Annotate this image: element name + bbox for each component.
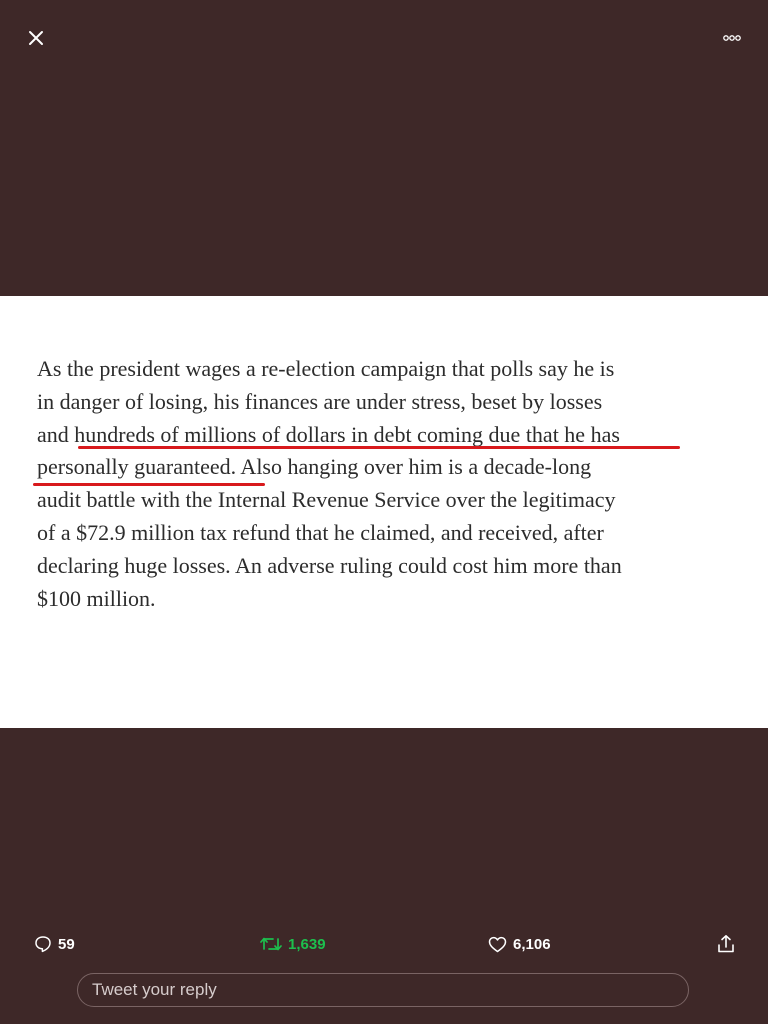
speech-bubble-icon	[35, 936, 51, 953]
like-count: 6,106	[513, 935, 551, 953]
reply-count: 59	[58, 935, 75, 953]
retweet-icon	[260, 937, 282, 951]
retweet-count: 1,639	[288, 935, 326, 953]
close-icon	[29, 31, 43, 45]
article-line: of a $72.9 million tax refund that he cl…	[37, 519, 604, 545]
article-line: $100 million.	[37, 585, 156, 611]
article-line: declaring huge losses. An adverse ruling…	[37, 552, 622, 578]
more-options-button[interactable]	[716, 26, 748, 50]
reply-input[interactable]	[90, 979, 688, 1001]
share-icon	[718, 935, 734, 953]
like-action[interactable]: 6,106	[488, 926, 551, 962]
tweet-actions: 59 1,639 6,106	[0, 926, 768, 962]
reply-box[interactable]	[77, 973, 689, 1007]
reply-action[interactable]: 59	[34, 926, 75, 962]
more-icon	[723, 35, 741, 41]
red-underline-1	[78, 446, 680, 449]
heart-icon	[488, 936, 507, 952]
article-line: As the president wages a re-election cam…	[37, 356, 615, 381]
share-action[interactable]	[716, 926, 736, 962]
red-underline-2	[33, 483, 265, 486]
close-button[interactable]	[22, 24, 50, 52]
article-line: in danger of losing, his finances are un…	[37, 388, 603, 414]
article-line: personally guaranteed. Also hanging over…	[37, 454, 592, 480]
top-bar	[0, 0, 768, 80]
retweet-action[interactable]: 1,639	[260, 926, 326, 962]
article-line: audit battle with the Internal Revenue S…	[37, 487, 616, 513]
